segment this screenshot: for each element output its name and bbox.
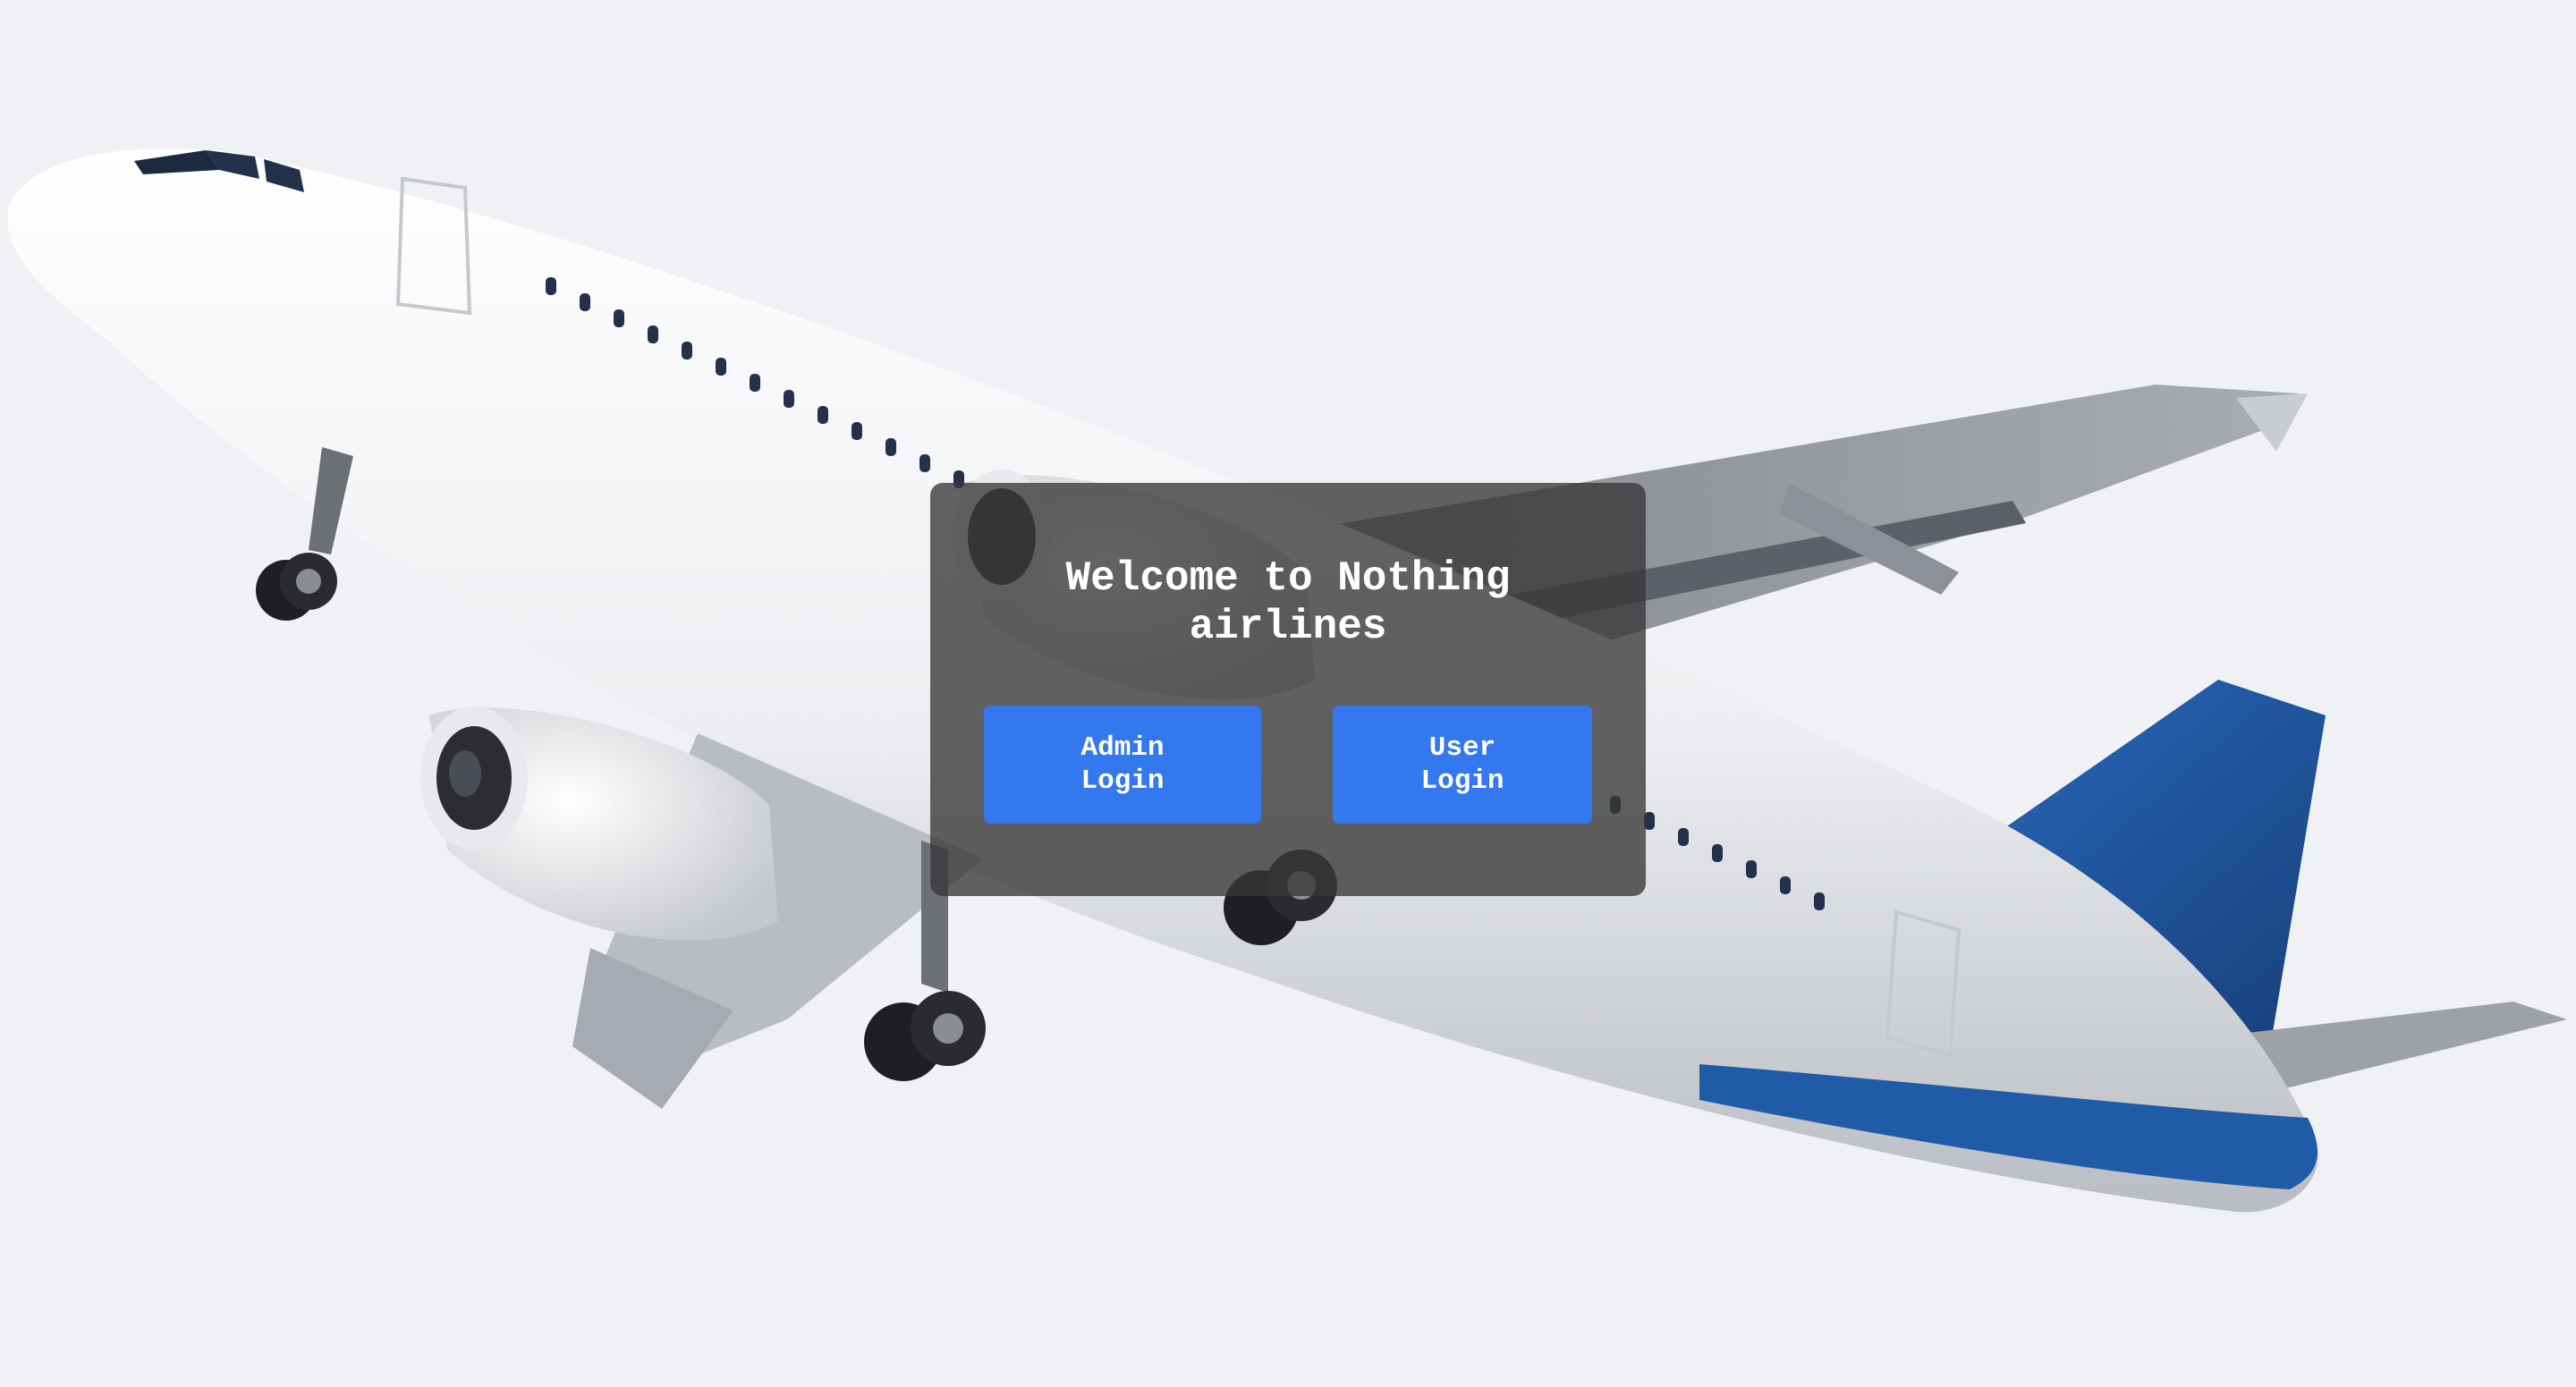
welcome-title: Welcome to Nothing airlines xyxy=(1065,555,1511,650)
landing-page: Welcome to Nothing airlines Admin Login … xyxy=(0,0,2576,1387)
user-login-button[interactable]: User Login xyxy=(1333,706,1592,824)
admin-login-button[interactable]: Admin Login xyxy=(984,706,1261,824)
welcome-card: Welcome to Nothing airlines Admin Login … xyxy=(930,483,1646,896)
